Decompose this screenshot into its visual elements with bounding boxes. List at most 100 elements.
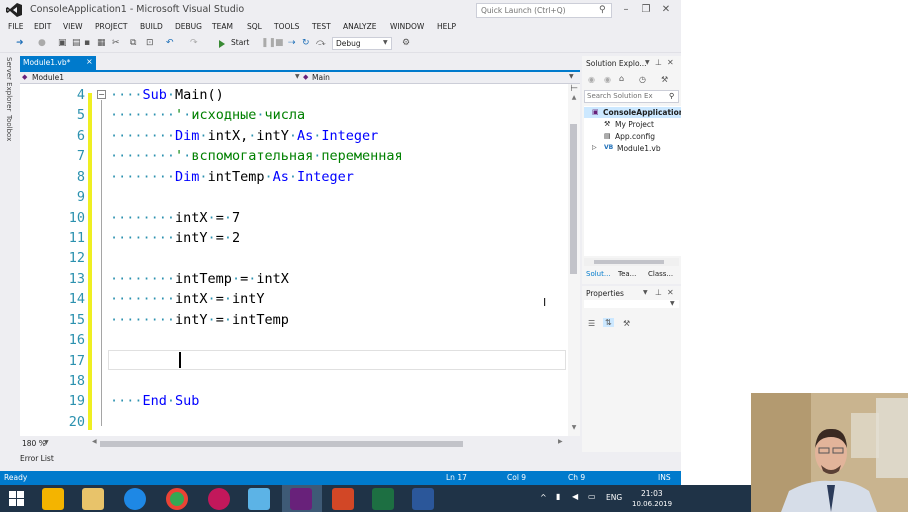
- save-icon[interactable]: ▪: [84, 37, 90, 49]
- solution-configuration-select[interactable]: Debug ▼: [332, 37, 392, 50]
- menu-test[interactable]: TEST: [312, 22, 331, 31]
- scroll-thumb[interactable]: [570, 124, 577, 274]
- pin-icon[interactable]: ⊥: [655, 58, 662, 67]
- menu-tools[interactable]: TOOLS: [274, 22, 299, 31]
- solution-horizontal-scrollbar[interactable]: [584, 258, 679, 266]
- forward-icon[interactable]: ◉: [604, 75, 611, 84]
- close-button[interactable]: ✕: [657, 2, 675, 18]
- excel-icon[interactable]: [372, 488, 394, 510]
- outlook-icon[interactable]: [42, 488, 64, 510]
- menu-help[interactable]: HELP: [437, 22, 456, 31]
- menu-team[interactable]: TEAM: [212, 22, 233, 31]
- scroll-up-icon[interactable]: ▲: [568, 94, 580, 101]
- picasa-icon[interactable]: [208, 488, 230, 510]
- types-dropdown[interactable]: Module1: [32, 73, 64, 82]
- tree-item-project[interactable]: ConsoleApplication: [603, 108, 681, 117]
- redo-icon[interactable]: ↷: [190, 37, 198, 49]
- save-all-icon[interactable]: ▦: [97, 37, 106, 49]
- solution-search-input[interactable]: Search Solution Ex ⚲: [584, 90, 679, 103]
- code-line[interactable]: ········Dim·intX,·intY·As·Integer: [110, 126, 378, 146]
- navigate-forward-icon[interactable]: ●: [38, 37, 46, 49]
- chevron-down-icon[interactable]: ▼: [44, 439, 49, 446]
- categorized-icon[interactable]: ☰: [588, 319, 595, 328]
- close-icon[interactable]: ✕: [667, 288, 674, 297]
- code-line[interactable]: ········Dim·intTemp·As·Integer: [110, 167, 354, 187]
- word-icon[interactable]: [412, 488, 434, 510]
- code-editor[interactable]: − 4 5 6 7 8 9 10 11 12 13 14 15 16 17 18…: [20, 84, 568, 436]
- chrome-icon[interactable]: [166, 488, 188, 510]
- cut-icon[interactable]: ✂: [112, 37, 120, 49]
- menu-view[interactable]: VIEW: [63, 22, 83, 31]
- clock-date[interactable]: 10.06.2019: [632, 500, 672, 508]
- code-line[interactable]: ········'·вспомогательная·переменная: [110, 146, 403, 166]
- scroll-thumb[interactable]: [594, 260, 664, 264]
- chevron-up-icon[interactable]: ^: [540, 493, 547, 502]
- start-icon[interactable]: [219, 40, 225, 48]
- close-icon[interactable]: ×: [86, 57, 93, 66]
- stop-icon[interactable]: ■: [275, 37, 284, 49]
- pause-icon[interactable]: ❚❚: [261, 37, 276, 49]
- chevron-down-icon[interactable]: ▼: [645, 59, 650, 66]
- collapse-icon[interactable]: −: [97, 90, 106, 99]
- tab-class-view[interactable]: Class...: [648, 270, 673, 278]
- language-indicator[interactable]: ENG: [606, 493, 622, 502]
- scroll-right-icon[interactable]: ▶: [558, 438, 563, 445]
- property-pages-icon[interactable]: ⚒: [623, 319, 630, 328]
- file-explorer-icon[interactable]: [82, 488, 104, 510]
- app-icon[interactable]: [248, 488, 270, 510]
- battery-icon[interactable]: ▭: [588, 492, 596, 501]
- tree-item-app-config[interactable]: App.config: [615, 132, 655, 141]
- split-icon[interactable]: ⊢: [568, 84, 580, 94]
- code-line[interactable]: ········intX·=·7: [110, 208, 240, 228]
- undo-icon[interactable]: ↶: [166, 37, 174, 49]
- code-line[interactable]: ········intTemp·=·intX: [110, 269, 289, 289]
- code-line[interactable]: ····End·Sub: [110, 391, 199, 411]
- navigate-back-icon[interactable]: ➜: [16, 37, 24, 49]
- new-project-icon[interactable]: ▣: [58, 37, 67, 49]
- error-list-tab[interactable]: Error List: [20, 454, 54, 463]
- menu-debug[interactable]: DEBUG: [175, 22, 202, 31]
- menu-project[interactable]: PROJECT: [95, 22, 127, 31]
- paste-icon[interactable]: ⊡: [146, 37, 154, 49]
- scroll-left-icon[interactable]: ◀: [92, 438, 97, 445]
- tab-solution-explorer[interactable]: Solut...: [586, 270, 611, 278]
- server-explorer-tab[interactable]: Server Explorer: [5, 57, 13, 111]
- attach-icon[interactable]: ⚙: [402, 37, 410, 49]
- alphabetical-icon[interactable]: ⇅: [603, 318, 614, 327]
- expand-icon[interactable]: ▷: [592, 144, 597, 151]
- toolbox-tab[interactable]: Toolbox: [5, 115, 13, 141]
- restart-icon[interactable]: ↻: [302, 37, 310, 49]
- restore-button[interactable]: ❐: [637, 2, 655, 18]
- tree-item-module1[interactable]: Module1.vb: [617, 144, 661, 153]
- windows-start-icon[interactable]: [9, 491, 24, 506]
- internet-explorer-icon[interactable]: [124, 488, 146, 510]
- sync-icon[interactable]: ◷: [639, 75, 646, 84]
- code-line[interactable]: ········'·исходные·числа: [110, 105, 305, 125]
- code-line[interactable]: ····Sub·Main(): [110, 85, 224, 105]
- open-file-icon[interactable]: ▤: [72, 37, 81, 49]
- menu-file[interactable]: FILE: [8, 22, 23, 31]
- copy-icon[interactable]: ⧉: [130, 37, 136, 49]
- clock-time[interactable]: 21:03: [641, 489, 663, 498]
- editor-vertical-scrollbar[interactable]: ⊢ ▲ ▼: [568, 84, 580, 436]
- members-dropdown[interactable]: Main: [312, 73, 330, 82]
- scroll-down-icon[interactable]: ▼: [568, 424, 580, 431]
- powerpoint-icon[interactable]: [332, 488, 354, 510]
- menu-window[interactable]: WINDOW: [390, 22, 424, 31]
- back-icon[interactable]: ◉: [588, 75, 595, 84]
- menu-build[interactable]: BUILD: [140, 22, 163, 31]
- start-button[interactable]: Start: [231, 38, 249, 47]
- chevron-down-icon[interactable]: ▼: [569, 73, 574, 80]
- code-line[interactable]: ········intY·=·intTemp: [110, 310, 289, 330]
- pin-icon[interactable]: ⊥: [655, 288, 662, 297]
- menu-edit[interactable]: EDIT: [34, 22, 51, 31]
- code-line[interactable]: ········intY·=·2: [110, 228, 240, 248]
- quick-launch-input[interactable]: Quick Launch (Ctrl+Q) ⚲: [476, 3, 612, 18]
- home-icon[interactable]: ⌂: [619, 74, 624, 83]
- menu-sql[interactable]: SQL: [247, 22, 262, 31]
- zoom-level[interactable]: 180 %: [22, 439, 46, 448]
- step-over-icon[interactable]: ⤼: [316, 37, 326, 49]
- code-line[interactable]: ········intX·=·intY: [110, 289, 264, 309]
- close-icon[interactable]: ✕: [667, 58, 674, 67]
- wrench-icon[interactable]: ⚒: [661, 75, 668, 84]
